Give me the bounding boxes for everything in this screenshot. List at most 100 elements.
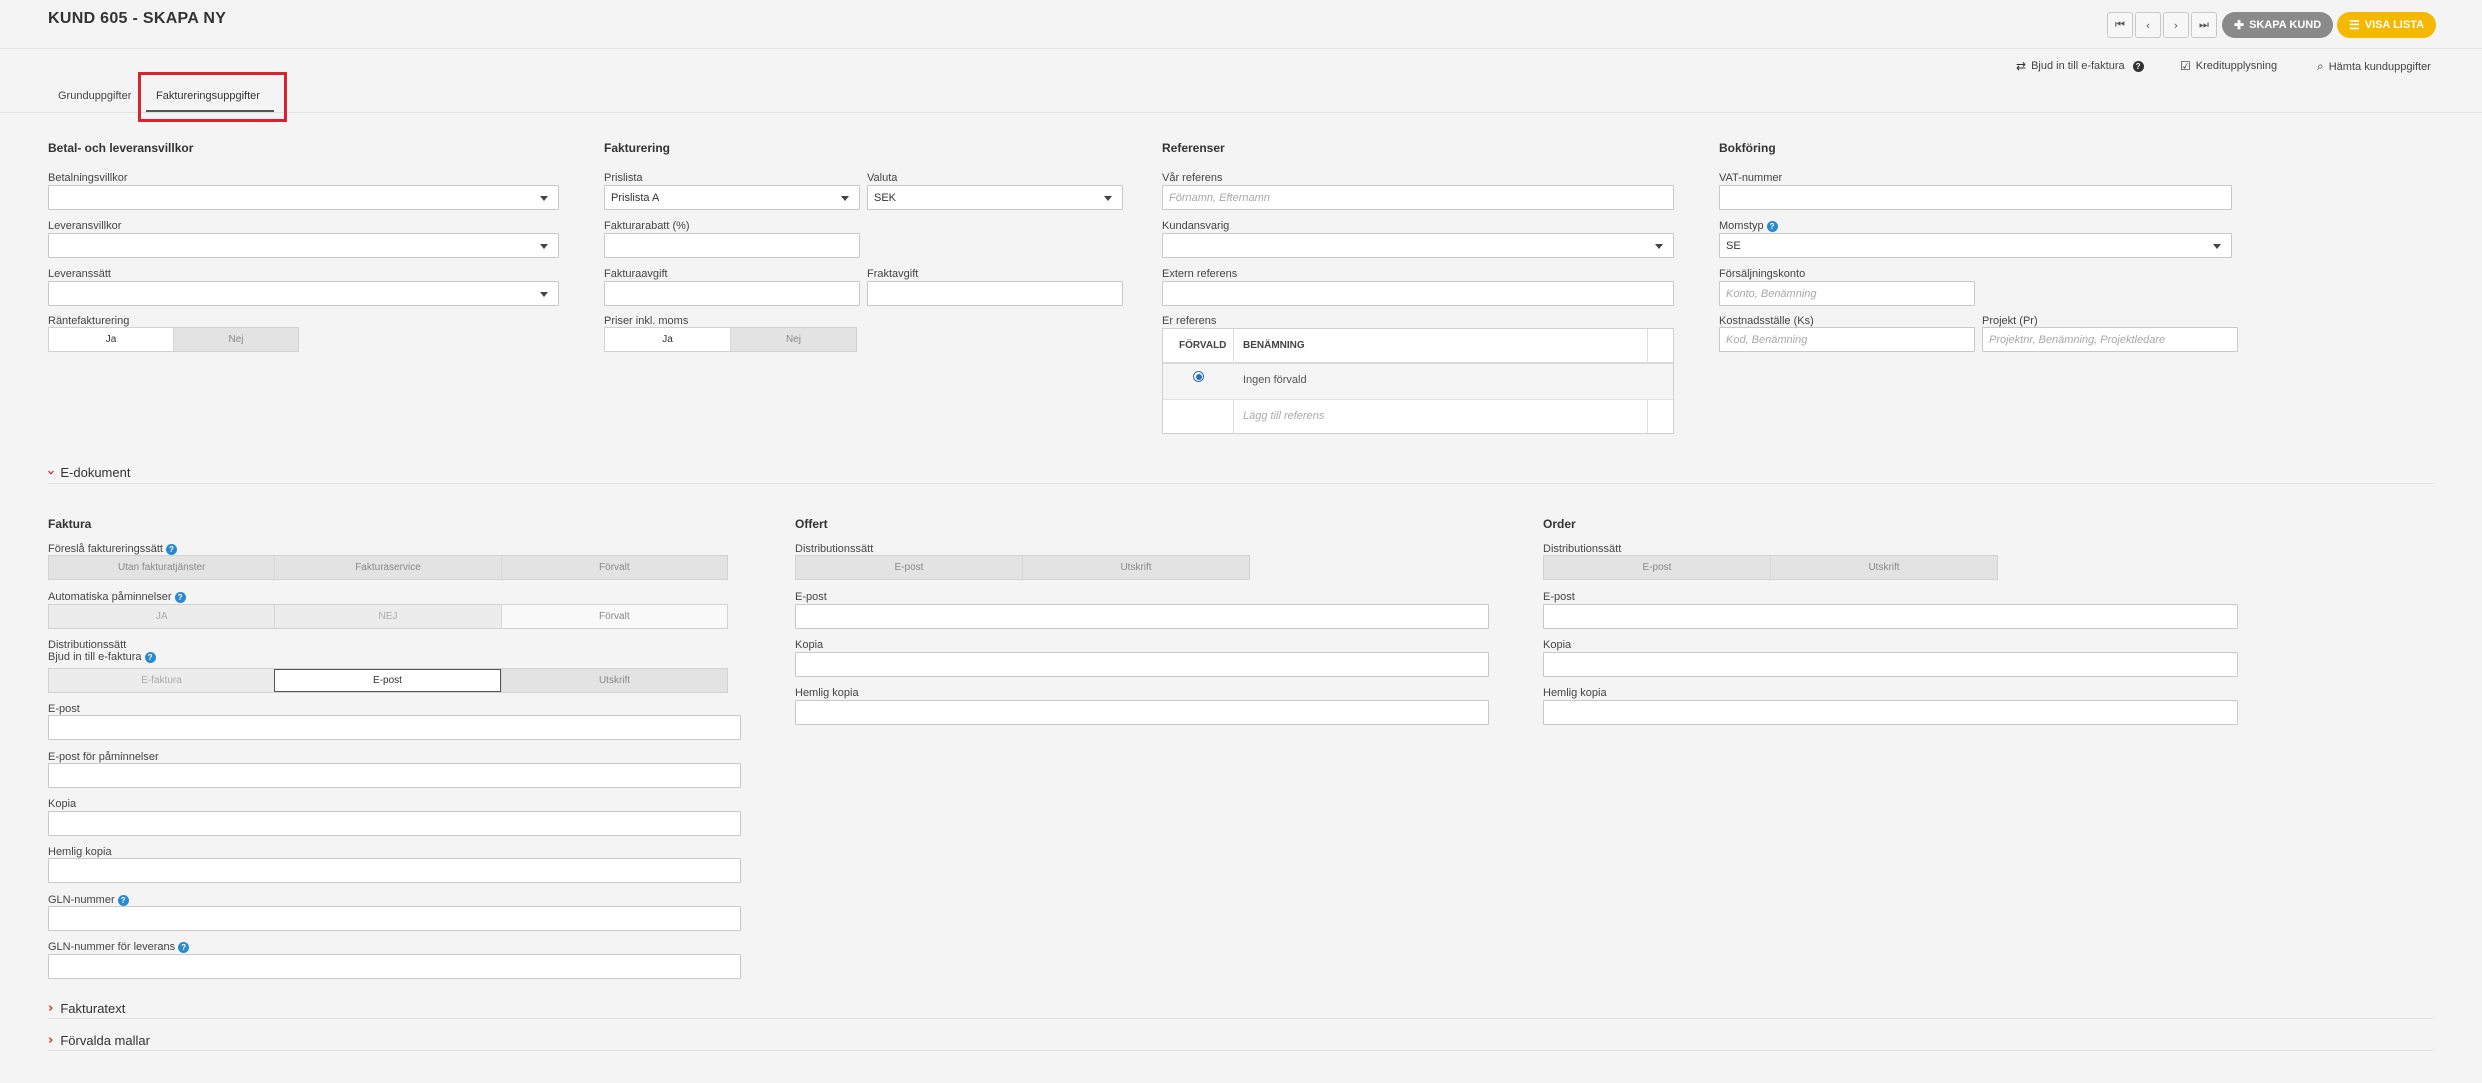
invite-efaktura-link[interactable]: ⇄ Bjud in till e-faktura ? xyxy=(2016,59,2144,73)
invoice-fee-input[interactable] xyxy=(604,281,860,306)
interest-no-option[interactable]: Nej xyxy=(173,328,298,351)
offer-bcc-input[interactable] xyxy=(795,700,1489,725)
help-icon[interactable]: ? xyxy=(178,941,190,953)
option-invoice-service[interactable]: Fakturaservice xyxy=(274,556,501,579)
offer-distribution-toggle[interactable]: E-post Utskrift xyxy=(795,555,1250,580)
order-email-label: E-post xyxy=(1543,591,1575,603)
help-icon[interactable]: ? xyxy=(144,651,156,663)
our-reference-placeholder: Förnamn, Efternamn xyxy=(1169,191,1270,204)
col-default-header: FÖRVALD xyxy=(1179,340,1227,351)
pricelist-select[interactable]: Prislista A xyxy=(604,185,860,210)
order-print-option[interactable]: Utskrift xyxy=(1770,556,1997,579)
invoice-discount-input[interactable] xyxy=(604,233,860,258)
delivery-method-select[interactable] xyxy=(48,281,559,306)
invoice-title: Faktura xyxy=(48,517,92,531)
reminder-email-input[interactable] xyxy=(48,763,741,788)
help-icon[interactable]: ? xyxy=(174,591,186,603)
credit-check-link[interactable]: ☑ Kreditupplysning xyxy=(2180,59,2277,73)
references-title: Referenser xyxy=(1162,141,1225,155)
invoice-bcc-input[interactable] xyxy=(48,858,741,883)
next-record-button[interactable]: › xyxy=(2163,12,2189,38)
list-icon: ☰ xyxy=(2349,18,2360,32)
vat-number-input[interactable] xyxy=(1719,185,2232,210)
offer-email-option[interactable]: E-post xyxy=(796,556,1022,579)
show-list-button[interactable]: ☰ VISA LISTA xyxy=(2337,12,2437,38)
freight-fee-input[interactable] xyxy=(867,281,1123,306)
help-icon[interactable]: ? xyxy=(1766,220,1778,232)
pricelist-label: Prislista xyxy=(604,172,643,184)
sales-account-placeholder: Konto, Benämning xyxy=(1726,287,1817,300)
invoice-email-label: E-post xyxy=(48,703,80,715)
offer-copy-label: Kopia xyxy=(795,639,824,651)
external-reference-input[interactable] xyxy=(1162,281,1674,306)
payment-terms-select[interactable] xyxy=(48,185,559,210)
order-copy-input[interactable] xyxy=(1543,652,2238,677)
order-bcc-input[interactable] xyxy=(1543,700,2238,725)
dist-efaktura-option[interactable]: E-faktura xyxy=(49,669,274,692)
create-customer-button[interactable]: ✚ SKAPA KUND xyxy=(2222,12,2334,38)
invoice-discount-label: Fakturarabatt (%) xyxy=(604,220,690,232)
reminders-no-option[interactable]: NEJ xyxy=(274,605,501,628)
option-without-services[interactable]: Utan fakturatjänster xyxy=(49,556,275,579)
order-distribution-toggle[interactable]: E-post Utskrift xyxy=(1543,555,1998,580)
dist-print-option[interactable]: Utskrift xyxy=(501,669,727,692)
last-record-button[interactable]: ⏭ xyxy=(2191,12,2217,38)
interest-invoicing-label: Räntefakturering xyxy=(48,315,130,327)
gln-delivery-input[interactable] xyxy=(48,954,741,979)
project-input[interactable]: Projektnr, Benämning, Projektledare xyxy=(1982,327,2238,352)
incl-vat-no-option[interactable]: Nej xyxy=(730,328,856,351)
invoice-email-input[interactable] xyxy=(48,715,741,740)
add-reference-cell[interactable]: Lägg till referens xyxy=(1243,410,1324,422)
fetch-customer-link[interactable]: ⌕ Hämta kunduppgifter xyxy=(2317,59,2431,74)
order-email-option[interactable]: E-post xyxy=(1544,556,1770,579)
your-reference-label: Er referens xyxy=(1162,315,1217,327)
delivery-terms-select[interactable] xyxy=(48,233,559,258)
incl-vat-yes-option[interactable]: Ja xyxy=(605,328,730,351)
customer-responsible-select[interactable] xyxy=(1162,233,1674,258)
delivery-method-label: Leveranssätt xyxy=(48,268,111,280)
invoice-text-section-toggle[interactable]: › Fakturatext xyxy=(48,1001,125,1016)
help-icon[interactable]: ? xyxy=(117,894,129,906)
order-copy-label: Kopia xyxy=(1543,639,1572,651)
header-divider xyxy=(0,48,2482,49)
tab-grunduppgifter[interactable]: Grunduppgifter xyxy=(58,90,131,102)
option-default[interactable]: Förvalt xyxy=(500,556,727,579)
help-icon[interactable]: ? xyxy=(165,543,177,555)
reminders-yes-option[interactable]: JA xyxy=(49,605,275,628)
reminders-default-option[interactable]: Förvalt xyxy=(500,605,727,628)
gln-input[interactable] xyxy=(48,906,741,931)
interest-invoicing-toggle[interactable]: Ja Nej xyxy=(48,327,299,352)
cost-center-placeholder: Kod, Benämning xyxy=(1726,333,1808,346)
table-row[interactable] xyxy=(1163,364,1673,399)
currency-select[interactable]: SEK xyxy=(867,185,1123,210)
offer-copy-input[interactable] xyxy=(795,652,1489,677)
cost-center-input[interactable]: Kod, Benämning xyxy=(1719,327,1975,352)
incl-vat-toggle[interactable]: Ja Nej xyxy=(604,327,857,352)
edoc-section-toggle[interactable]: › E-dokument xyxy=(43,465,130,480)
invoice-copy-input[interactable] xyxy=(48,811,741,836)
help-icon[interactable]: ? xyxy=(2132,60,2144,72)
offer-email-input[interactable] xyxy=(795,604,1489,629)
interest-yes-option[interactable]: Ja xyxy=(49,328,173,351)
our-reference-input[interactable]: Förnamn, Efternamn xyxy=(1162,185,1674,210)
sales-account-input[interactable]: Konto, Benämning xyxy=(1719,281,1975,306)
offer-print-option[interactable]: Utskrift xyxy=(1022,556,1249,579)
invoice-distribution-toggle[interactable]: E-faktura E-post Utskrift xyxy=(48,668,728,693)
gln-delivery-label: GLN-nummer för leverans? xyxy=(48,941,190,953)
suggest-method-toggle[interactable]: Utan fakturatjänster Fakturaservice Förv… xyxy=(48,555,728,580)
auto-reminders-toggle[interactable]: JA NEJ Förvalt xyxy=(48,604,728,629)
order-email-input[interactable] xyxy=(1543,604,2238,629)
offer-email-label: E-post xyxy=(795,591,827,603)
vat-type-select[interactable]: SE xyxy=(1719,233,2232,258)
first-record-button[interactable]: ⏮ xyxy=(2107,12,2133,38)
default-radio[interactable] xyxy=(1193,371,1204,382)
sales-account-label: Försäljningskonto xyxy=(1719,268,1806,280)
templates-section-toggle[interactable]: › Förvalda mallar xyxy=(48,1033,150,1048)
edoc-divider xyxy=(48,483,2434,484)
page-title: KUND 605 - SKAPA NY xyxy=(48,10,227,27)
vat-type-text: Momstyp xyxy=(1719,220,1764,232)
dist-email-option[interactable]: E-post xyxy=(274,669,501,692)
delivery-terms-label: Leveransvillkor xyxy=(48,220,122,232)
prev-record-button[interactable]: ‹ xyxy=(2135,12,2161,38)
reminder-email-label: E-post för påminnelser xyxy=(48,751,159,763)
